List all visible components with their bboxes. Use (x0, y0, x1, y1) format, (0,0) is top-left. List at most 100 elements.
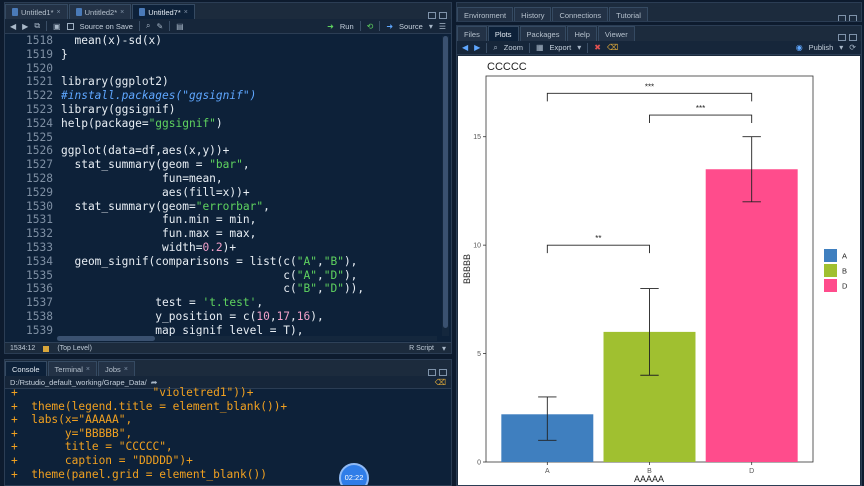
export-button[interactable]: Export (550, 43, 572, 52)
code-line[interactable]: stat_summary(geom="errorbar", (61, 200, 364, 214)
run-button[interactable]: Run (340, 22, 354, 31)
code-line[interactable]: mean(x)-sd(x) (61, 34, 364, 48)
file-type-selector[interactable]: R Script (409, 345, 434, 352)
legend-key-a (824, 249, 837, 262)
toolbar-separator (359, 21, 361, 31)
plot-canvas: CCCCC BBBBB AAAAA 0 5 10 15 A B D ** *** *** A B D (458, 56, 860, 485)
code-line[interactable]: geom_signif(comparisons = list(c("A","B"… (61, 255, 364, 269)
code-token: mean(x)-sd(x) (61, 34, 163, 47)
r-file-icon (12, 8, 18, 16)
code-line[interactable]: } (61, 48, 364, 62)
code-lines[interactable]: mean(x)-sd(x)}​library(ggplot2)#install.… (61, 34, 364, 338)
code-line[interactable]: fun.max = max, (61, 227, 364, 241)
tab-history[interactable]: History (514, 7, 552, 21)
chart-title: CCCCC (487, 61, 527, 73)
code-token: ), (343, 254, 358, 268)
code-line[interactable]: library(ggplot2) (61, 75, 364, 89)
tab-terminal[interactable]: Terminal × (47, 361, 97, 377)
code-token: fun=mean, (61, 171, 223, 185)
bar-d (705, 169, 798, 462)
code-line[interactable]: ggplot(data=df,aes(x,y))+ (61, 144, 364, 158)
source-button[interactable]: Source (399, 22, 423, 31)
refresh-icon[interactable]: ⟳ (849, 43, 856, 52)
minimize-pane-icon[interactable] (838, 34, 846, 41)
tab-packages[interactable]: Packages (519, 26, 567, 41)
chevron-down-icon[interactable]: ▾ (429, 22, 433, 31)
maximize-pane-icon[interactable] (439, 369, 447, 376)
tab-untitled2[interactable]: Untitled2* × (68, 4, 132, 20)
tab-viewer[interactable]: Viewer (597, 26, 635, 41)
maximize-pane-icon[interactable] (849, 15, 857, 21)
publish-button[interactable]: Publish (809, 43, 834, 52)
code-line[interactable]: ​ (61, 131, 364, 145)
console-text: "violetred1"))+ (17, 386, 254, 399)
code-line[interactable]: test = 't.test', (61, 296, 364, 310)
code-line[interactable]: #install.packages("ggsignif") (61, 89, 364, 103)
minimize-pane-icon[interactable] (838, 15, 846, 21)
code-line[interactable]: y_position = c(10,17,16), (61, 310, 364, 324)
tab-untitled1[interactable]: Untitled1* × (5, 4, 68, 19)
vertical-scrollbar[interactable] (442, 36, 449, 336)
code-line[interactable]: width=0.2)+ (61, 241, 364, 255)
code-line[interactable]: help(package="ggsignif") (61, 117, 364, 131)
export-icon: ▦ (535, 43, 544, 52)
code-token: , (316, 282, 324, 296)
chevron-down-icon[interactable]: ▾ (839, 43, 843, 52)
tab-tutorial[interactable]: Tutorial (609, 7, 648, 21)
scrollbar-thumb[interactable] (443, 36, 448, 328)
console-line: + y="BBBBB", (11, 427, 441, 441)
minimize-pane-icon[interactable] (428, 369, 436, 376)
maximize-pane-icon[interactable] (439, 12, 447, 19)
code-line[interactable]: fun.min = min, (61, 213, 364, 227)
tab-help[interactable]: Help (567, 26, 597, 41)
tab-jobs[interactable]: Jobs × (97, 361, 135, 377)
outline-icon[interactable]: ☰ (439, 22, 446, 31)
chevron-down-icon[interactable]: ▾ (442, 344, 446, 353)
show-in-window-icon[interactable]: ⧉ (34, 21, 40, 31)
tab-environment[interactable]: Environment (457, 7, 514, 21)
chevron-down-icon[interactable]: ▾ (577, 43, 581, 52)
console-output[interactable]: + "violetred1"))+ + theme(legend.title = … (11, 386, 441, 481)
tab-console[interactable]: Console (5, 361, 47, 376)
forward-arrow-icon[interactable]: ▶ (22, 22, 28, 31)
save-icon[interactable]: ▣ (53, 22, 61, 31)
hscroll-thumb[interactable] (57, 336, 155, 341)
close-icon[interactable]: × (124, 362, 128, 377)
code-line[interactable]: fun=mean, (61, 172, 364, 186)
forward-arrow-icon[interactable]: ▶ (474, 43, 480, 52)
code-line[interactable]: c("B","D")), (61, 282, 364, 296)
back-arrow-icon[interactable]: ◀ (462, 43, 468, 52)
horizontal-scrollbar[interactable] (57, 336, 437, 341)
code-scope-selector[interactable]: (Top Level) (57, 345, 92, 352)
zoom-button[interactable]: Zoom (504, 43, 523, 52)
close-icon[interactable]: × (184, 5, 188, 20)
code-line[interactable]: ​ (61, 62, 364, 76)
maximize-pane-icon[interactable] (849, 34, 857, 41)
search-icon[interactable]: ⌕ (146, 21, 150, 31)
code-area[interactable]: 1518 1519 1520 1521 1522 1523 1524 1525 1526 1527… (5, 34, 441, 340)
minimize-pane-icon[interactable] (428, 12, 436, 19)
clear-plots-broom-icon[interactable]: ⌫ (607, 43, 618, 52)
magic-wand-icon[interactable]: ✎ (156, 22, 163, 31)
tab-files[interactable]: Files (457, 26, 487, 41)
code-line[interactable]: aes(fill=x))+ (61, 186, 364, 200)
tab-connections[interactable]: Connections (552, 7, 609, 21)
console-text: y="BBBBB", (17, 426, 133, 440)
code-line[interactable]: stat_summary(geom = "bar", (61, 158, 364, 172)
close-icon[interactable]: × (57, 5, 61, 20)
tab-plots[interactable]: Plots (487, 26, 519, 41)
code-line[interactable]: library(ggsignif) (61, 103, 364, 117)
close-icon[interactable]: × (86, 362, 90, 377)
code-line[interactable]: c("A","D"), (61, 269, 364, 283)
back-arrow-icon[interactable]: ◀ (10, 22, 16, 31)
delete-plot-icon[interactable]: ✖ (594, 43, 601, 52)
console-line: + theme(panel.grid = element_blank()) (11, 468, 441, 482)
x-tick-label: B (647, 468, 652, 475)
source-on-save-checkbox[interactable] (66, 22, 74, 30)
close-icon[interactable]: × (120, 5, 124, 20)
line-number: 1532 (26, 227, 53, 241)
rerun-icon[interactable]: ⟲ (367, 22, 374, 31)
compile-report-icon[interactable]: ▤ (176, 22, 184, 31)
tab-untitled7[interactable]: Untitled7* × (132, 4, 195, 19)
line-number: 1525 (26, 130, 53, 144)
